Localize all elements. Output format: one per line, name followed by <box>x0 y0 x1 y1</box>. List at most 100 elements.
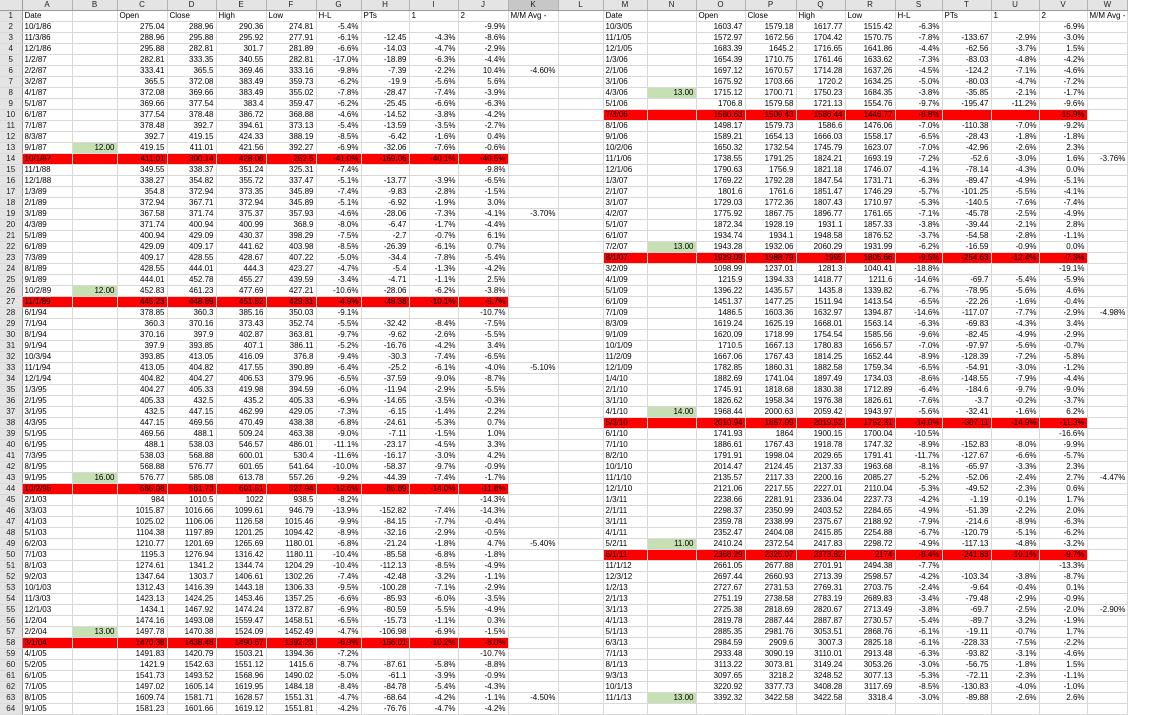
cell[interactable]: 1/3/06 <box>603 54 648 66</box>
cell[interactable]: -5.1% <box>1039 175 1088 187</box>
cell[interactable]: -156.01 <box>361 637 410 649</box>
cell[interactable]: -7.0% <box>895 120 943 132</box>
cell[interactable]: -52.6 <box>942 153 992 165</box>
cell[interactable] <box>558 65 604 77</box>
cell[interactable]: 6/1/89 <box>22 241 73 253</box>
cell[interactable] <box>647 560 697 572</box>
cell[interactable]: -5.3% <box>895 197 943 209</box>
cell[interactable]: -7.8% <box>316 87 362 99</box>
cell[interactable] <box>647 131 697 143</box>
cell[interactable] <box>647 307 697 319</box>
cell[interactable] <box>1087 230 1129 242</box>
cell[interactable]: -7.4% <box>409 87 459 99</box>
row-header[interactable]: 39 <box>0 428 23 440</box>
cell[interactable] <box>72 307 118 319</box>
cell[interactable]: 6/1/94 <box>22 307 73 319</box>
spreadsheet-table[interactable]: ABCDEFGHIJKLMNOPQRSTUVW 1 Date Open Close Hi… <box>0 0 1129 715</box>
column-header-F[interactable]: F <box>266 0 317 11</box>
cell[interactable]: -5.40% <box>508 538 559 550</box>
cell[interactable]: 3149.24 <box>796 659 846 671</box>
cell[interactable]: 3.4% <box>1039 318 1088 330</box>
cell[interactable]: 2660.93 <box>745 571 797 583</box>
cell[interactable]: 1654.13 <box>745 131 797 143</box>
cell[interactable]: -19.9 <box>361 76 410 88</box>
cell[interactable]: 373.35 <box>216 186 267 198</box>
cell[interactable]: -2.9% <box>458 43 509 55</box>
cell[interactable]: -6.5% <box>316 615 362 627</box>
cell[interactable]: -9.62 <box>361 329 410 341</box>
cell[interactable]: 0.3% <box>458 615 509 627</box>
cell[interactable] <box>558 549 604 561</box>
cell[interactable]: 3/3/03 <box>22 505 73 517</box>
cell[interactable]: -6.0% <box>316 384 362 396</box>
cell[interactable]: 337.47 <box>266 175 317 187</box>
cell[interactable]: 16.00 <box>72 472 118 484</box>
cell[interactable]: 290.36 <box>216 21 267 33</box>
cell[interactable]: -1.1% <box>458 692 509 704</box>
cell[interactable]: -7.0% <box>895 142 943 154</box>
cell[interactable]: 1484.18 <box>266 681 317 693</box>
cell[interactable]: 1807.43 <box>796 197 846 209</box>
cell[interactable]: -2.9% <box>409 384 459 396</box>
row-header[interactable]: 2 <box>0 21 23 33</box>
cell[interactable]: 1180.01 <box>266 538 317 550</box>
cell[interactable]: -6.1% <box>409 241 459 253</box>
cell[interactable]: -9.0% <box>316 428 362 440</box>
cell[interactable]: -4.2% <box>409 692 459 704</box>
cell[interactable]: 2014.47 <box>696 461 746 473</box>
cell[interactable] <box>508 703 559 715</box>
cell[interactable]: -4.7% <box>409 703 459 715</box>
cell[interactable]: 984 <box>117 494 168 506</box>
row-header[interactable]: 54 <box>0 593 23 605</box>
cell[interactable]: 11/2/09 <box>603 351 648 363</box>
cell[interactable] <box>647 164 697 176</box>
cell[interactable] <box>72 538 118 550</box>
cell[interactable]: 1775.92 <box>696 208 746 220</box>
cell[interactable] <box>1087 659 1129 671</box>
cell[interactable]: -214.6 <box>942 516 992 528</box>
cell[interactable] <box>558 505 604 517</box>
cell[interactable]: 1734.03 <box>845 373 896 385</box>
cell[interactable] <box>508 131 559 143</box>
cell[interactable]: 1302.26 <box>266 571 317 583</box>
cell[interactable]: -130.83 <box>942 681 992 693</box>
row-header[interactable]: 1 <box>0 10 23 22</box>
cell[interactable] <box>508 604 559 616</box>
row-header[interactable]: 55 <box>0 604 23 616</box>
cell[interactable]: 2494.38 <box>845 560 896 572</box>
cell[interactable]: -1.5% <box>458 626 509 638</box>
cell[interactable]: 1780.83 <box>796 340 846 352</box>
cell[interactable] <box>942 263 992 275</box>
cell[interactable]: -8.7% <box>316 659 362 671</box>
cell[interactable]: -4.3% <box>991 164 1040 176</box>
cell[interactable]: 359.73 <box>266 76 317 88</box>
cell[interactable]: -30.3 <box>361 351 410 363</box>
cell[interactable]: 1443.18 <box>216 582 267 594</box>
cell[interactable]: -5.0% <box>895 76 943 88</box>
cell[interactable]: 1474.16 <box>117 615 168 627</box>
cell[interactable]: 400.99 <box>216 219 267 231</box>
cell[interactable] <box>647 527 697 539</box>
cell[interactable]: 1932.06 <box>745 241 797 253</box>
row-header[interactable]: 10 <box>0 109 23 121</box>
cell[interactable]: 8/3/09 <box>603 318 648 330</box>
cell[interactable]: 1754.54 <box>796 329 846 341</box>
cell[interactable]: 1498.17 <box>696 120 746 132</box>
cell[interactable]: -14.52 <box>361 109 410 121</box>
cell[interactable]: 1745.91 <box>696 384 746 396</box>
cell[interactable]: -9.7% <box>895 98 943 110</box>
cell[interactable]: 1467.92 <box>167 604 217 616</box>
column-header-K[interactable]: K <box>508 0 559 11</box>
cell[interactable]: 423.27 <box>266 263 317 275</box>
cell[interactable]: 2598.57 <box>845 571 896 583</box>
cell[interactable]: 1741.93 <box>696 428 746 440</box>
cell[interactable]: 369.46 <box>216 65 267 77</box>
row-header[interactable]: 8 <box>0 87 23 99</box>
cell[interactable]: -6.9% <box>316 604 362 616</box>
cell[interactable] <box>508 340 559 352</box>
cell[interactable]: 428.06 <box>216 153 267 165</box>
cell[interactable]: -128.39 <box>942 351 992 363</box>
cell[interactable]: 1931.1 <box>796 219 846 231</box>
cell[interactable]: 1791.41 <box>845 450 896 462</box>
cell[interactable] <box>558 373 604 385</box>
